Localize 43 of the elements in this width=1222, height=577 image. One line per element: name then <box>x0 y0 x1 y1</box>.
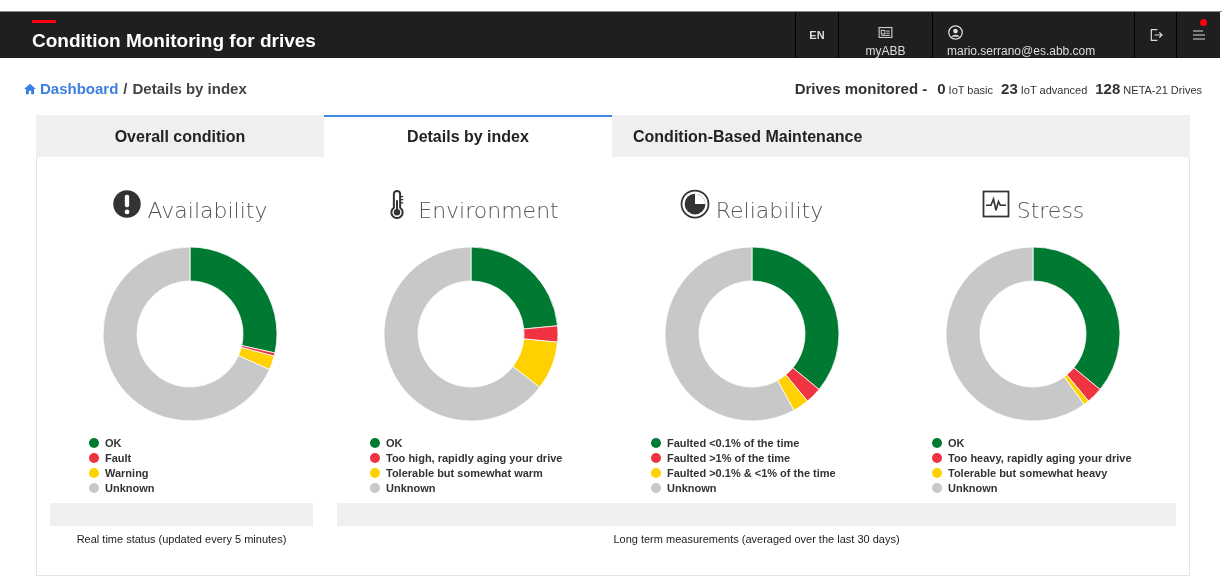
drive-count: 0 IoT basic <box>937 80 994 97</box>
exclamation-icon <box>111 189 142 219</box>
legend-label: OK <box>948 436 965 449</box>
language-button[interactable]: EN <box>795 12 838 58</box>
legend-label: Unknown <box>105 481 155 494</box>
legend-label: OK <box>105 436 122 449</box>
legend-label: Unknown <box>948 481 998 494</box>
legend-label: Fault <box>105 451 132 464</box>
home-icon <box>23 81 37 96</box>
drives-monitored-label: Drives monitored - <box>794 80 928 97</box>
home-link[interactable]: Dashboard <box>23 80 119 97</box>
legend-label: Warning <box>105 466 149 479</box>
pulse-chart-icon <box>980 189 1011 219</box>
footer-caption: Real time status (updated every 5 minutes) <box>76 533 287 545</box>
legend-label: Unknown <box>667 481 717 494</box>
index-title: Reliability <box>715 198 824 223</box>
portal-link[interactable]: myABB <box>838 12 932 58</box>
breadcrumb-current: Details by index <box>132 80 247 97</box>
breadcrumb-separator: / <box>123 80 128 97</box>
legend-label: Faulted <0.1% of the time <box>667 436 800 449</box>
legend-label: Too high, rapidly aging your drive <box>386 451 563 464</box>
pie-chart-icon <box>679 189 710 219</box>
legend-label: Tolerable but somewhat warm <box>386 466 543 479</box>
legend-label: Tolerable but somewhat heavy <box>948 466 1108 479</box>
menu-icon <box>1190 27 1207 43</box>
drive-count: 128 NETA-21 Drives <box>1095 80 1202 97</box>
accent-line <box>32 20 56 23</box>
legend-label: Too heavy, rapidly aging your drive <box>948 451 1132 464</box>
app-title: Condition Monitoring for drives <box>32 30 317 52</box>
footer-caption: Long term measurements (averaged over the last 30 days) <box>613 533 900 545</box>
index-title: Stress <box>1016 198 1085 223</box>
legend-label: Faulted >1% of the time <box>667 451 791 464</box>
legend-label: OK <box>386 436 403 449</box>
drive-count: 23 IoT advanced <box>1001 80 1088 97</box>
tab[interactable]: Condition-Based Maintenance <box>612 115 1190 157</box>
user-menu[interactable]: mario.serrano@es.abb.com <box>932 12 1134 58</box>
index-title: Availability <box>147 198 268 223</box>
tab[interactable]: Overall condition <box>36 115 324 157</box>
user-icon <box>947 24 964 41</box>
index-title: Environment <box>418 198 559 223</box>
legend-label: Faulted >0.1% & <1% of the time <box>667 466 836 479</box>
id-card-icon <box>877 24 894 41</box>
legend-label: Unknown <box>386 481 436 494</box>
